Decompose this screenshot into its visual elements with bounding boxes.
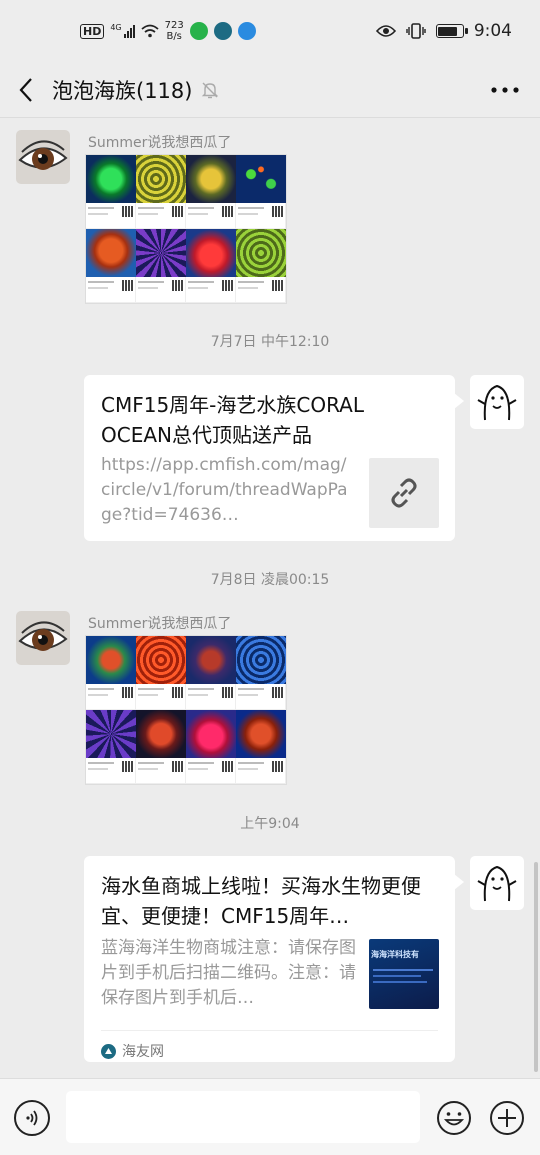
vibrate-icon: [406, 23, 426, 39]
scrollbar[interactable]: [534, 862, 538, 1072]
haiyou-app-icon: [213, 22, 232, 40]
article-description: 蓝海海洋生物商城注意：请保存图片到手机后扫描二维码。注意：请保存图片到手机后…: [101, 938, 356, 1008]
coral-image: [136, 710, 186, 784]
sender-name: Summer说我想西瓜了: [88, 135, 232, 151]
net-speed-unit: B/s: [166, 31, 182, 42]
coral-image: [86, 229, 136, 303]
net-speed: 723 B/s: [165, 20, 184, 42]
source-app-icon: [101, 1043, 116, 1059]
coral-image: [86, 710, 136, 784]
input-bar: [0, 1078, 540, 1155]
link-card-title: CMF15周年-海艺水族CORAL OCEAN总代顶贴送产品: [101, 393, 365, 447]
article-title: 海水鱼商城上线啦！买海水生物更便宜、更便捷！CMF15周年…: [101, 874, 421, 928]
net-type: 4G: [110, 23, 122, 32]
link-card-url: https://app.cmfish.com/mag/circle/v1/for…: [101, 455, 348, 525]
chat-header: 泡泡海族(118): [0, 62, 540, 118]
coral-image: [236, 710, 286, 784]
timestamp: 7月7日 中午12:10: [210, 334, 330, 350]
article-source: 海友网: [101, 1030, 438, 1061]
coral-image: [136, 155, 186, 229]
coral-image: [236, 155, 286, 229]
battery-fill: [438, 26, 457, 36]
coral-image: [186, 155, 236, 229]
emoji-icon[interactable]: [436, 1100, 472, 1136]
coral-image: [236, 229, 286, 303]
wifi-icon: [141, 24, 159, 38]
eye-icon: [375, 25, 396, 37]
message-input[interactable]: [66, 1091, 420, 1143]
more-button[interactable]: [470, 62, 540, 118]
eye-avatar-icon: [16, 611, 70, 665]
clock: 9:04: [473, 21, 512, 41]
status-left: HD 4G 723 B/s: [80, 20, 256, 42]
voice-button[interactable]: [14, 1100, 50, 1136]
coral-image: [186, 710, 236, 784]
avatar[interactable]: [16, 130, 70, 184]
page-title: 泡泡海族(118): [52, 78, 193, 103]
bell-off-icon: [202, 82, 219, 98]
video-app-icon: [189, 22, 208, 40]
timestamp: 上午9:04: [240, 816, 300, 832]
link-card[interactable]: CMF15周年-海艺水族CORAL OCEAN总代顶贴送产品 https://a…: [84, 375, 464, 541]
article-source-name: 海友网: [122, 1044, 164, 1060]
link-icon: [391, 478, 417, 508]
ghost-avatar-icon: [477, 384, 517, 421]
browser-app-icon: [237, 22, 256, 40]
battery-icon: [435, 24, 468, 38]
voice-icon: [26, 1110, 38, 1126]
status-right: 9:04: [375, 21, 512, 41]
more-dots-icon: [491, 86, 519, 93]
avatar[interactable]: [16, 611, 70, 665]
coral-image: [186, 636, 236, 710]
chevron-left-icon: [19, 77, 32, 102]
sender-name: Summer说我想西瓜了: [88, 616, 232, 632]
hd-badge: HD: [80, 23, 105, 39]
article-card[interactable]: 海水鱼商城上线啦！买海水生物更便宜、更便捷！CMF15周年… 蓝海海洋生物商城注…: [84, 856, 464, 1062]
coral-image: [86, 155, 136, 229]
coral-image-grid[interactable]: [85, 154, 287, 304]
link-thumbnail: [369, 458, 439, 528]
back-button[interactable]: [0, 62, 52, 118]
coral-image: [136, 229, 186, 303]
eye-avatar-icon: [16, 130, 70, 184]
coral-image: [86, 636, 136, 710]
coral-image: [236, 636, 286, 710]
coral-image: [186, 229, 236, 303]
article-thumbnail: 海海洋科技有: [369, 939, 439, 1009]
status-bar: HD 4G 723 B/s 9:04: [0, 0, 540, 62]
net-speed-value: 723: [164, 20, 184, 31]
timestamp: 7月8日 凌晨00:15: [210, 572, 330, 588]
my-avatar[interactable]: [470, 856, 524, 910]
message-list[interactable]: Summer说我想西瓜了 7月7日 中午12:10 CMF15周年-海艺水族CO…: [0, 118, 540, 1078]
coral-image-grid[interactable]: [85, 635, 287, 785]
ghost-avatar-icon: [477, 865, 517, 902]
coral-image: [136, 636, 186, 710]
my-avatar[interactable]: [470, 375, 524, 429]
article-thumbnail-text: 海海洋科技有: [371, 950, 419, 959]
plus-icon[interactable]: [489, 1100, 525, 1136]
signal-icon: 4G: [110, 23, 135, 38]
